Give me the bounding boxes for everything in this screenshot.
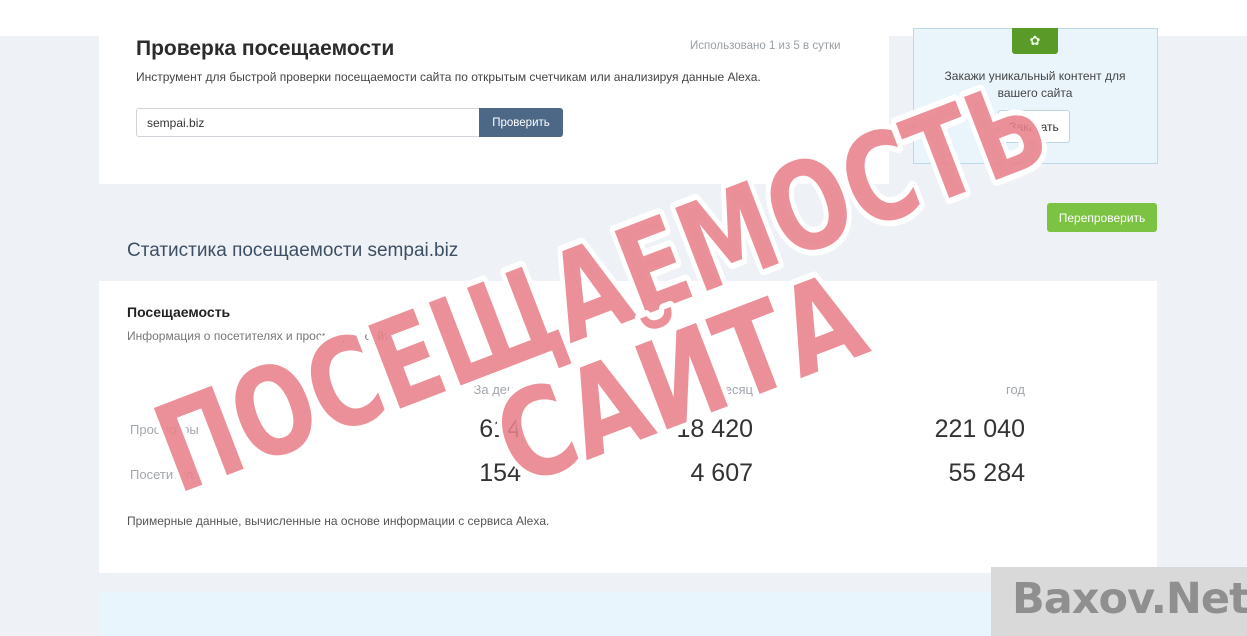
star-badge-icon: ✿: [1012, 28, 1058, 54]
views-year-value: 221 040: [934, 415, 1025, 443]
tool-description: Инструмент для быстрой проверки посещаем…: [136, 70, 761, 84]
recheck-button[interactable]: Перепроверить: [1047, 203, 1157, 232]
column-header-year: год: [1006, 382, 1025, 397]
usage-counter: Использовано 1 из 5 в сутки: [690, 40, 841, 52]
watermark-logo: Baxov.Net: [1012, 574, 1247, 624]
visitors-month-value: 4 607: [690, 459, 753, 487]
tool-title: Проверка посещаемости: [136, 37, 395, 60]
stats-title: Статистика посещаемости sempai.biz: [127, 240, 459, 261]
visits-heading: Посещаемость: [127, 304, 231, 320]
check-button[interactable]: Проверить: [479, 108, 563, 137]
visitors-day-value: 154: [479, 459, 521, 487]
order-button[interactable]: Заказать: [998, 110, 1070, 143]
column-header-month: месяц: [715, 382, 753, 397]
visits-description: Информация о посетителях и просмотрах са…: [127, 329, 397, 343]
ad-text: Закажи уникальный контент для вашего сай…: [944, 69, 1126, 100]
footnote: Примерные данные, вычисленные на основе …: [127, 514, 550, 528]
views-month-value: 18 420: [676, 415, 753, 443]
column-header-day: За день: [473, 382, 521, 397]
domain-input[interactable]: [136, 108, 480, 137]
visitors-year-value: 55 284: [948, 459, 1025, 487]
row-label-views: Просмотры: [130, 422, 199, 437]
views-day-value: 614: [479, 415, 521, 443]
row-label-visitors: Посетители: [130, 467, 201, 482]
